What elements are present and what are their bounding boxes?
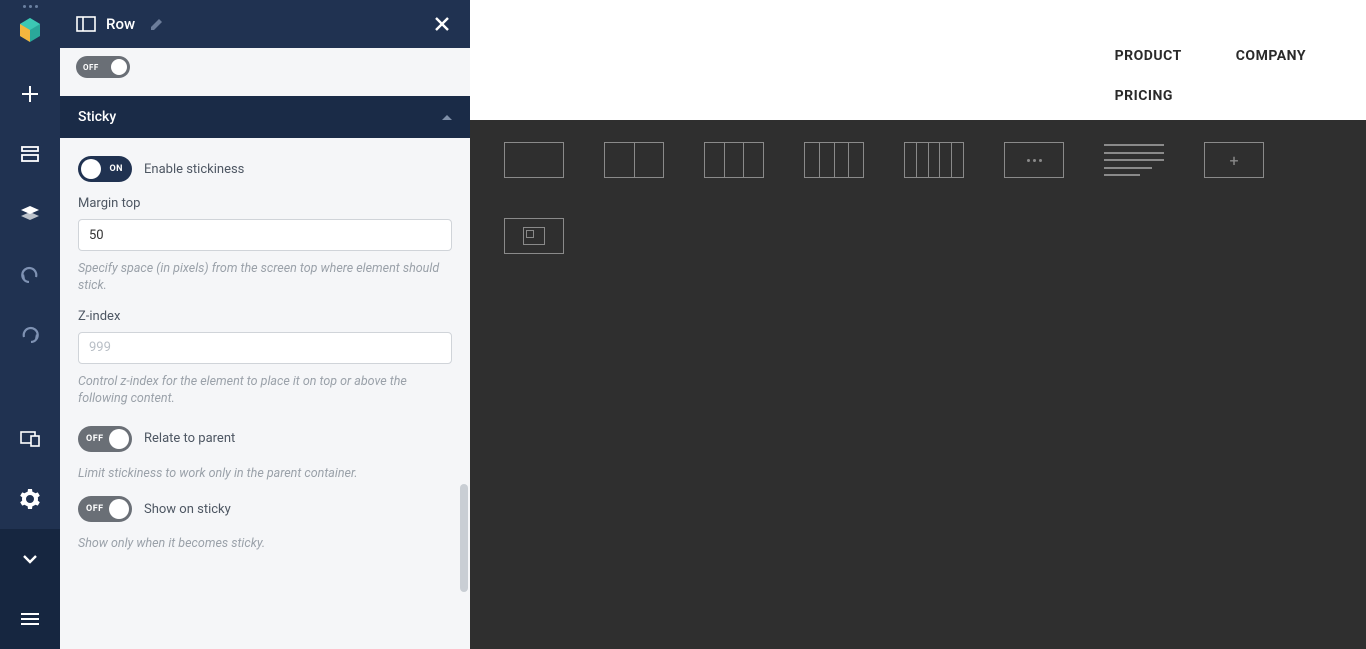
relate-parent-label: Relate to parent bbox=[144, 431, 235, 446]
caret-up-icon bbox=[442, 115, 452, 120]
enable-stickiness-label: Enable stickiness bbox=[144, 162, 244, 177]
margin-top-label: Margin top bbox=[78, 196, 452, 211]
z-index-help: Control z-index for the element to place… bbox=[78, 374, 452, 408]
prev-toggle[interactable]: OFF bbox=[76, 56, 130, 78]
nav-pricing[interactable]: PRICING bbox=[1115, 88, 1182, 104]
layout-text[interactable] bbox=[1104, 142, 1164, 178]
nav-company[interactable]: COMPANY bbox=[1236, 48, 1306, 64]
show-on-sticky-help: Show only when it becomes sticky. bbox=[78, 536, 452, 553]
row-icon bbox=[76, 16, 96, 32]
close-panel-button[interactable] bbox=[430, 12, 454, 36]
show-on-sticky-label: Show on sticky bbox=[144, 502, 231, 517]
layout-5col[interactable] bbox=[904, 142, 964, 178]
enable-stickiness-toggle[interactable]: ON bbox=[78, 156, 132, 182]
margin-top-input[interactable] bbox=[78, 219, 452, 251]
layout-add[interactable]: + bbox=[1204, 142, 1264, 178]
layout-more[interactable] bbox=[1004, 142, 1064, 178]
undo-button[interactable] bbox=[0, 244, 60, 304]
section-sticky-header[interactable]: Sticky bbox=[60, 96, 470, 138]
layers-button[interactable] bbox=[0, 184, 60, 244]
templates-button[interactable] bbox=[0, 124, 60, 184]
layout-nested[interactable] bbox=[504, 218, 564, 254]
menu-button[interactable] bbox=[0, 589, 60, 649]
layout-1col[interactable] bbox=[504, 142, 564, 178]
settings-panel: Row OFF Sticky ON bbox=[60, 0, 470, 649]
layout-4col[interactable] bbox=[804, 142, 864, 178]
nav-product[interactable]: PRODUCT bbox=[1115, 48, 1182, 64]
responsive-button[interactable] bbox=[0, 409, 60, 469]
panel-header: Row bbox=[60, 0, 470, 48]
layout-3col[interactable] bbox=[704, 142, 764, 178]
row-layout-picker: + bbox=[470, 120, 1366, 649]
layout-2col[interactable] bbox=[604, 142, 664, 178]
z-index-input[interactable] bbox=[78, 332, 452, 364]
edit-title-button[interactable] bbox=[145, 12, 169, 36]
margin-top-help: Specify space (in pixels) from the scree… bbox=[78, 261, 452, 295]
panel-body: OFF Sticky ON Enable stickiness Margin t… bbox=[60, 48, 470, 649]
relate-parent-toggle[interactable]: OFF bbox=[78, 426, 132, 452]
canvas: PRODUCT PRICING COMPANY + bbox=[470, 0, 1366, 649]
site-nav: PRODUCT PRICING COMPANY bbox=[470, 0, 1366, 120]
section-sticky-title: Sticky bbox=[78, 109, 116, 125]
left-toolbar bbox=[0, 0, 60, 649]
panel-title: Row bbox=[106, 15, 135, 33]
prev-section-tail: OFF bbox=[60, 48, 470, 96]
redo-button[interactable] bbox=[0, 304, 60, 364]
add-element-button[interactable] bbox=[0, 64, 60, 124]
relate-parent-help: Limit stickiness to work only in the par… bbox=[78, 466, 452, 483]
collapse-button[interactable] bbox=[0, 529, 60, 589]
show-on-sticky-toggle[interactable]: OFF bbox=[78, 496, 132, 522]
z-index-label: Z-index bbox=[78, 309, 452, 324]
drag-dots-icon bbox=[0, 2, 60, 10]
section-sticky-body: ON Enable stickiness Margin top Specify … bbox=[60, 138, 470, 583]
settings-button[interactable] bbox=[0, 469, 60, 529]
app-logo bbox=[16, 16, 44, 44]
scrollbar-thumb[interactable] bbox=[460, 484, 468, 592]
